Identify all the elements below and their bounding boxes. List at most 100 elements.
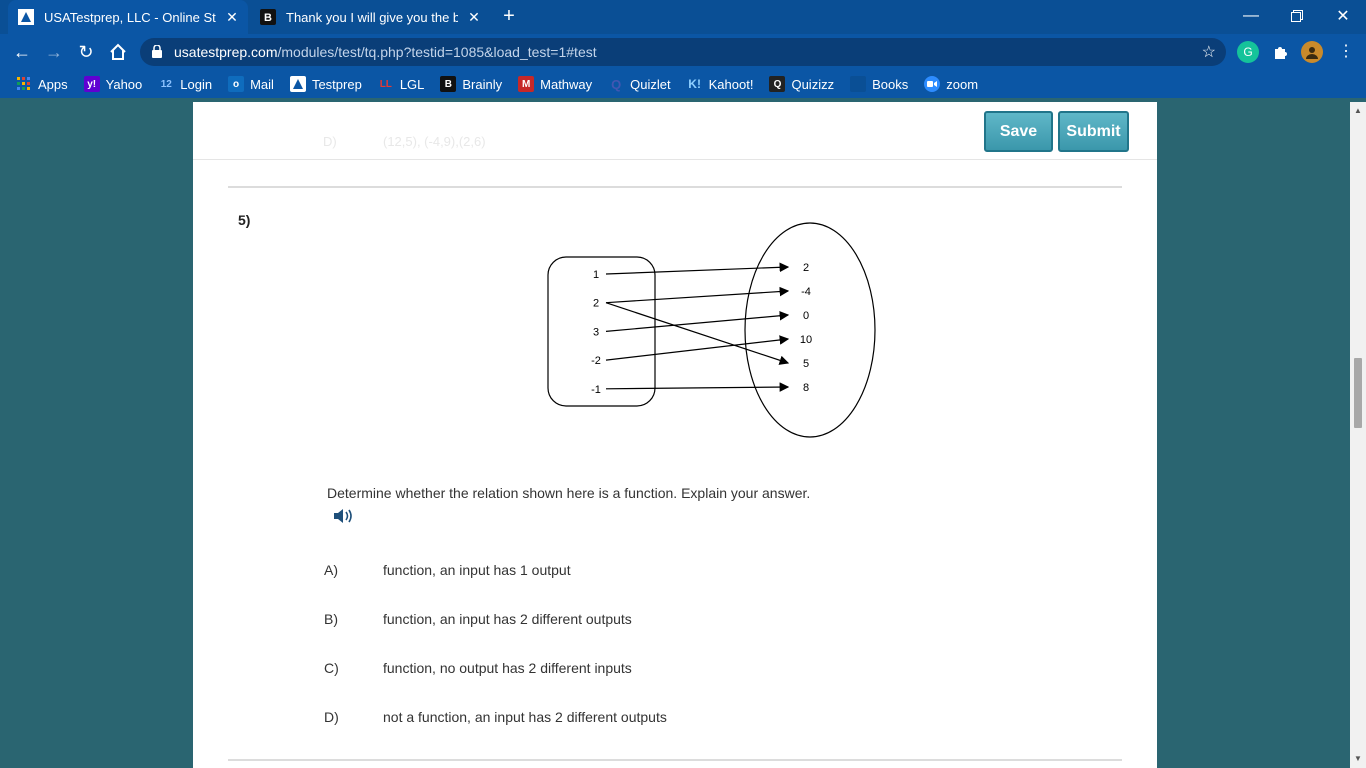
choice-text: not a function, an input has 2 different… [383, 709, 667, 725]
scroll-down-icon[interactable]: ▼ [1354, 754, 1362, 763]
save-button[interactable]: Save [984, 111, 1053, 152]
bookmark-mathway[interactable]: M Mathway [518, 76, 592, 92]
previous-choice-text: (12,5), (-4,9),(2,6) [383, 134, 486, 149]
bookmark-testprep[interactable]: Testprep [289, 76, 362, 92]
tab-brainly[interactable]: B Thank you I will give you the brai ✕ [250, 0, 490, 34]
close-tab-icon[interactable]: ✕ [466, 9, 482, 26]
bookmark-quizlet[interactable]: Q Quizlet [608, 76, 671, 92]
bookmark-login[interactable]: 12 Login [158, 76, 212, 92]
mapping-arrow [605, 310, 790, 332]
restore-icon[interactable] [1274, 0, 1320, 32]
url-host: usatestprep.com [174, 44, 278, 60]
extensions-puzzle-icon[interactable] [1269, 41, 1291, 63]
close-tab-icon[interactable]: ✕ [224, 9, 240, 26]
tab-title: USATestprep, LLC - Online State- [44, 9, 216, 25]
tab-strip: USATestprep, LLC - Online State- ✕ B Tha… [0, 0, 1366, 34]
test-panel: D) (12,5), (-4,9),(2,6) Save Submit 5) 1… [193, 102, 1157, 768]
profile-avatar[interactable] [1301, 41, 1323, 63]
brainly-favicon-icon: B [260, 9, 276, 25]
bookmark-zoom[interactable]: zoom [924, 76, 978, 92]
url-path: /modules/test/tq.php?testid=1085&load_te… [277, 44, 597, 60]
mathway-icon: M [518, 76, 535, 92]
kahoot-icon: K! [688, 77, 701, 91]
output-value: 2 [803, 262, 809, 274]
address-bar[interactable]: usatestprep.com/modules/test/tq.php?test… [140, 38, 1226, 66]
outlook-icon: o [228, 76, 245, 92]
zoom-icon [924, 76, 941, 92]
output-value: 5 [803, 358, 809, 370]
page-scrollbar[interactable]: ▲ ▼ [1350, 102, 1366, 768]
home-icon[interactable] [106, 40, 130, 64]
chrome-menu-icon[interactable]: ⋮ [1334, 40, 1358, 64]
testprep-favicon-icon [18, 9, 34, 25]
bookmark-brainly[interactable]: B Brainly [440, 76, 502, 92]
bookmark-books[interactable]: Books [850, 76, 908, 92]
books-icon [850, 76, 867, 92]
submit-button[interactable]: Submit [1058, 111, 1129, 152]
bookmark-kahoot[interactable]: K! Kahoot! [687, 76, 754, 92]
close-window-icon[interactable]: ✕ [1320, 0, 1366, 32]
bookmark-label: zoom [946, 76, 979, 92]
bookmark-quizizz[interactable]: Q Quizizz [769, 76, 834, 92]
quizizz-icon: Q [769, 76, 786, 92]
input-value: 2 [593, 298, 599, 310]
audio-speaker-icon[interactable] [333, 507, 355, 530]
tab-title: Thank you I will give you the brai [286, 9, 458, 25]
domain-box [547, 256, 656, 407]
reload-icon[interactable]: ↻ [74, 40, 98, 64]
choice-letter: D) [324, 709, 339, 725]
bookmark-label: Quizizz [791, 76, 835, 92]
choice-text: function, no output has 2 different inpu… [383, 660, 632, 676]
bookmark-label: Mathway [540, 76, 593, 92]
bookmark-label: LGL [399, 76, 425, 92]
bookmark-label: Testprep [311, 76, 362, 92]
svg-text:B: B [264, 12, 272, 24]
output-value: -4 [801, 286, 811, 298]
mapping-arrow [605, 262, 790, 275]
bookmark-yahoo[interactable]: y! Yahoo [83, 76, 143, 92]
bookmark-apps[interactable]: Apps [16, 76, 68, 92]
bookmark-label: Brainly [462, 76, 503, 92]
choice-letter: A) [324, 562, 338, 578]
mapping-arrow [605, 286, 790, 304]
question-prompt: Determine whether the relation shown her… [327, 485, 811, 501]
scroll-up-icon[interactable]: ▲ [1354, 106, 1362, 115]
bookmarks-bar: Apps y! Yahoo 12 Login o Mail Testprep L… [0, 70, 1366, 98]
mapping-arrow [605, 382, 790, 392]
scrollbar-thumb[interactable] [1354, 358, 1362, 428]
output-value: 0 [803, 310, 809, 322]
brainly-icon: B [440, 76, 457, 92]
new-tab-icon[interactable]: + [498, 5, 520, 27]
testprep-icon [289, 76, 306, 92]
mapping-arrow [605, 302, 790, 365]
range-ellipse [744, 222, 876, 438]
input-value: 1 [593, 269, 599, 281]
bookmark-label: Kahoot! [708, 76, 754, 92]
choice-letter: B) [324, 611, 338, 627]
bookmark-label: Mail [250, 76, 274, 92]
bookmark-mail[interactable]: o Mail [228, 76, 274, 92]
choice-text: function, an input has 1 output [383, 562, 571, 578]
question-divider [228, 186, 1122, 188]
output-value: 8 [803, 382, 809, 394]
minimize-icon[interactable]: — [1228, 0, 1274, 32]
input-value: -1 [591, 384, 601, 396]
question-divider [228, 759, 1122, 761]
bookmark-lgl[interactable]: LL LGL [378, 76, 425, 92]
choice-letter: C) [324, 660, 339, 676]
forward-icon[interactable]: → [42, 40, 66, 64]
input-value: -2 [591, 355, 601, 367]
back-icon[interactable]: ← [10, 40, 34, 64]
bookmark-star-icon[interactable]: ☆ [1202, 42, 1216, 62]
bookmark-label: Yahoo [105, 76, 143, 92]
input-value: 3 [593, 326, 599, 338]
bookmark-label: Login [180, 76, 213, 92]
choice-text: function, an input has 2 different outpu… [383, 611, 632, 627]
tab-usatestprep[interactable]: USATestprep, LLC - Online State- ✕ [8, 0, 248, 34]
grammarly-extension-icon[interactable]: G [1237, 41, 1259, 63]
bookmark-label: Books [872, 76, 909, 92]
url-text: usatestprep.com/modules/test/tq.php?test… [174, 44, 597, 60]
action-header: D) (12,5), (-4,9),(2,6) Save Submit [193, 102, 1157, 160]
previous-choice-letter: D) [323, 134, 337, 149]
apps-grid-icon [16, 76, 32, 92]
